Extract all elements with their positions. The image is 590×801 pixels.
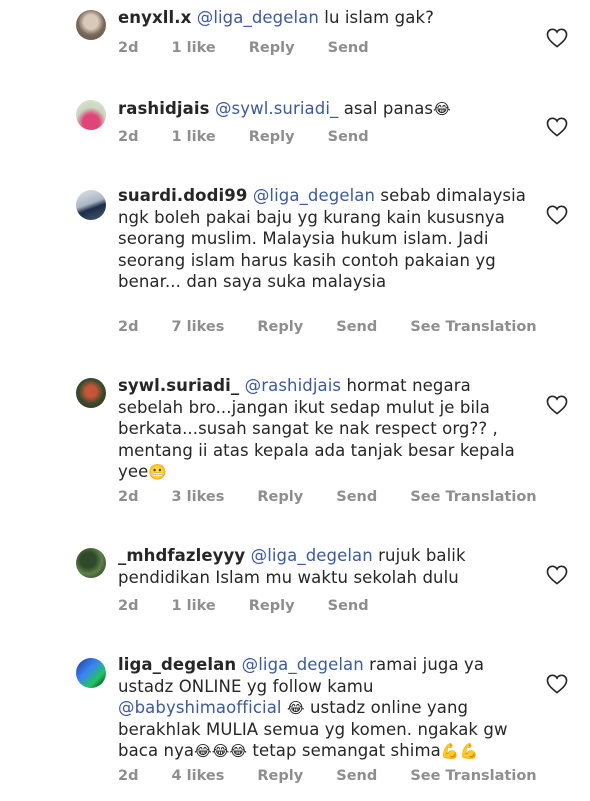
comment-body: suardi.dodi99 @liga_degelan sebab dimala…: [118, 185, 538, 293]
see-translation-button[interactable]: See Translation: [410, 768, 536, 784]
comment-time: 2d: [118, 489, 139, 505]
avatar[interactable]: [76, 378, 106, 408]
comment-time: 2d: [118, 598, 139, 614]
comment-mention[interactable]: @liga_degelan: [242, 655, 364, 674]
heart-outline-icon[interactable]: [546, 117, 568, 137]
comment-likes[interactable]: 1 like: [172, 40, 216, 56]
send-button[interactable]: Send: [328, 598, 369, 614]
comment-meta: 2d 1 like Reply Send: [118, 40, 397, 56]
avatar[interactable]: [76, 190, 106, 220]
comment-text-end: tetap semangat shima: [247, 741, 441, 760]
comment-likes[interactable]: 1 like: [172, 598, 216, 614]
avatar[interactable]: [76, 658, 106, 688]
avatar[interactable]: [76, 548, 106, 578]
comment-mention[interactable]: @liga_degelan: [253, 186, 375, 205]
see-translation-button[interactable]: See Translation: [410, 489, 536, 505]
comment-body: enyxll.x @liga_degelan lu islam gak?: [118, 7, 538, 29]
comment-username[interactable]: _mhdfazleyyy: [118, 546, 245, 565]
comment-body: _mhdfazleyyy @liga_degelan rujuk balik p…: [118, 545, 538, 588]
reply-button[interactable]: Reply: [249, 598, 295, 614]
comment-meta: 2d 3 likes Reply Send See Translation: [118, 489, 565, 505]
comment-likes[interactable]: 1 like: [172, 129, 216, 145]
comment-likes[interactable]: 3 likes: [172, 489, 225, 505]
heart-outline-icon[interactable]: [546, 28, 568, 48]
send-button[interactable]: Send: [336, 489, 377, 505]
comment-username[interactable]: enyxll.x: [118, 8, 191, 27]
reply-button[interactable]: Reply: [257, 768, 303, 784]
heart-outline-icon[interactable]: [546, 395, 568, 415]
grimacing-face-emoji: 😬: [148, 463, 168, 481]
comment-time: 2d: [118, 768, 139, 784]
tears-of-joy-emoji: 😂: [286, 699, 305, 717]
comment-body: liga_degelan @liga_degelan ramai juga ya…: [118, 654, 538, 762]
heart-outline-icon[interactable]: [546, 205, 568, 225]
send-button[interactable]: Send: [328, 40, 369, 56]
comment-username[interactable]: rashidjais: [118, 99, 210, 118]
reply-button[interactable]: Reply: [249, 129, 295, 145]
reply-button[interactable]: Reply: [257, 319, 303, 335]
reply-button[interactable]: Reply: [249, 40, 295, 56]
comment-meta: 2d 1 like Reply Send: [118, 129, 397, 145]
comment-meta: 2d 7 likes Reply Send See Translation: [118, 319, 565, 335]
tears-of-joy-emoji: 😂: [433, 100, 451, 118]
reply-button[interactable]: Reply: [257, 489, 303, 505]
comment-body: rashidjais @sywl.suriadi_ asal panas😂: [118, 98, 538, 120]
heart-outline-icon[interactable]: [546, 674, 568, 694]
comment-time: 2d: [118, 40, 139, 56]
comment-username[interactable]: liga_degelan: [118, 655, 236, 674]
comment-text: lu islam gak?: [318, 8, 434, 27]
heart-outline-icon[interactable]: [546, 565, 568, 585]
comment-time: 2d: [118, 129, 139, 145]
comment-body: sywl.suriadi_ @rashidjais hormat negara …: [118, 375, 538, 483]
comment-text: asal panas: [338, 99, 434, 118]
flexed-biceps-emoji-group: 💪💪: [440, 742, 479, 760]
comment-mention[interactable]: @sywl.suriadi_: [215, 99, 338, 118]
avatar[interactable]: [76, 10, 106, 40]
send-button[interactable]: Send: [336, 319, 377, 335]
comment-likes[interactable]: 4 likes: [172, 768, 225, 784]
comment-likes[interactable]: 7 likes: [172, 319, 225, 335]
comment-mention-secondary[interactable]: @babyshimaofficial: [118, 698, 282, 717]
comment-meta: 2d 4 likes Reply Send See Translation: [118, 768, 565, 784]
comment-mention[interactable]: @liga_degelan: [251, 546, 373, 565]
see-translation-button[interactable]: See Translation: [410, 319, 536, 335]
tears-of-joy-emoji-group: 😂😂😂: [194, 742, 248, 760]
comment-mention[interactable]: @rashidjais: [245, 376, 341, 395]
send-button[interactable]: Send: [336, 768, 377, 784]
send-button[interactable]: Send: [328, 129, 369, 145]
avatar[interactable]: [76, 100, 106, 130]
comment-time: 2d: [118, 319, 139, 335]
comment-mention[interactable]: @liga_degelan: [197, 8, 319, 27]
comment-username[interactable]: suardi.dodi99: [118, 186, 247, 205]
comment-username[interactable]: sywl.suriadi_: [118, 376, 239, 395]
comment-meta: 2d 1 like Reply Send: [118, 598, 397, 614]
